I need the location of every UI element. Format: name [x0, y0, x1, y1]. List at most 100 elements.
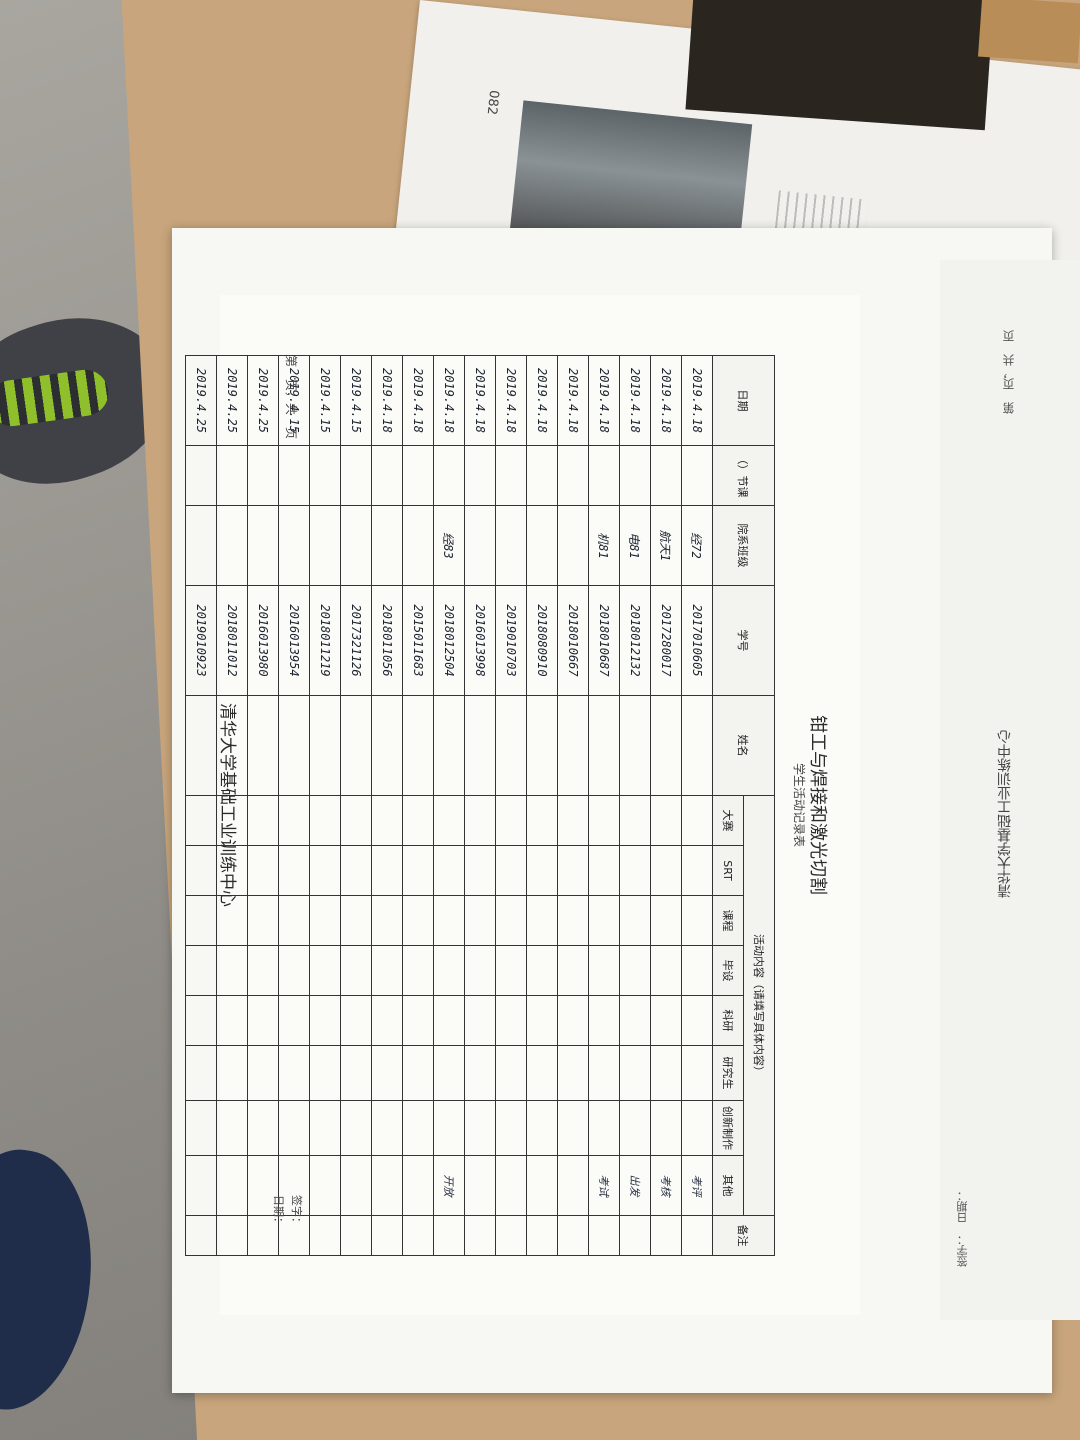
cell-remark [464, 1215, 496, 1256]
cell-student-id: 2018010687 [588, 585, 620, 696]
col-activity: 研究生 [712, 1045, 744, 1101]
cell-name [433, 695, 465, 796]
cell-activity [309, 845, 341, 896]
cell-student-id: 2018010667 [557, 585, 589, 696]
cell-activity [681, 995, 713, 1046]
cell-activity [309, 795, 341, 846]
cell-activity [588, 1045, 620, 1101]
cell-section [433, 445, 465, 506]
cell-activity [185, 895, 217, 946]
cell-other: 考评 [681, 1155, 713, 1216]
cell-activity [185, 845, 217, 896]
cell-date: 2019.4.18 [619, 355, 651, 446]
col-activity: 科研 [712, 995, 744, 1046]
cell-cls [557, 505, 589, 586]
cell-activity [340, 1045, 372, 1101]
cell-activity [371, 895, 403, 946]
cell-activity [247, 795, 279, 846]
cell-activity [340, 1100, 372, 1156]
cell-activity [433, 795, 465, 846]
cell-cls [309, 505, 341, 586]
cell-activity [650, 895, 682, 946]
cell-activity [402, 1045, 434, 1101]
cell-activity [185, 795, 217, 846]
signature-block: 签字： 日期： [269, 1195, 305, 1228]
table-row: 2019.4.18 2018080910 [526, 355, 558, 1256]
cell-activity [402, 945, 434, 996]
cell-activity [371, 795, 403, 846]
cell-activity [619, 795, 651, 846]
cell-student-id: 2019010703 [495, 585, 527, 696]
cell-activity [371, 1100, 403, 1156]
sneaker-laces [0, 366, 112, 430]
cell-other [464, 1155, 496, 1216]
cell-section [557, 445, 589, 506]
cell-activity [278, 995, 310, 1046]
cell-remark [185, 1215, 217, 1256]
cell-activity [619, 1100, 651, 1156]
cell-section [526, 445, 558, 506]
cell-activity [557, 795, 589, 846]
col-activity: 创新制作 [712, 1100, 744, 1156]
cell-activity [495, 795, 527, 846]
cell-other [340, 1155, 372, 1216]
table-row: 2019.4.18 2019010703 [495, 355, 527, 1256]
cell-activity [402, 845, 434, 896]
cell-activity [278, 1100, 310, 1156]
cell-remark [681, 1215, 713, 1256]
cell-activity [185, 1045, 217, 1101]
cell-activity [619, 895, 651, 946]
cell-date: 2019.4.18 [433, 355, 465, 446]
cell-activity [557, 995, 589, 1046]
cell-name [278, 695, 310, 796]
cell-activity [557, 845, 589, 896]
cell-section [619, 445, 651, 506]
cell-remark [495, 1215, 527, 1256]
cell-date: 2019.4.25 [247, 355, 279, 446]
photo-scene: 082 第 页，共 页 清华大学基础工业训练中心 签字： 日期： 钳工与焊接和激… [0, 0, 1080, 1440]
facing-organization: 清华大学基础工业训练中心 [997, 730, 1013, 898]
record-form: 钳工与焊接和激光切割 学生活动记录表 日期 （）节课 院系班级 学号 姓名 活动… [185, 295, 860, 1315]
cell-section [588, 445, 620, 506]
cell-activity [619, 845, 651, 896]
cell-activity [402, 995, 434, 1046]
cell-section [464, 445, 496, 506]
cell-student-id: 2018011219 [309, 585, 341, 696]
cell-activity [433, 1100, 465, 1156]
cell-date: 2019.4.25 [216, 355, 248, 446]
cell-activity [681, 1045, 713, 1101]
cell-cls [278, 505, 310, 586]
cell-other [185, 1155, 217, 1216]
cell-activity [340, 895, 372, 946]
table-row: 2019.4.15 2016013954 [278, 355, 310, 1256]
cell-section [185, 445, 217, 506]
cell-student-id: 2018012504 [433, 585, 465, 696]
cell-activity [588, 995, 620, 1046]
cell-activity [371, 845, 403, 896]
cell-other [402, 1155, 434, 1216]
cell-date: 2019.4.18 [681, 355, 713, 446]
table-row: 2019.4.18 2015011683 [402, 355, 434, 1256]
cell-date: 2019.4.18 [588, 355, 620, 446]
cell-activity [557, 1045, 589, 1101]
cell-activity [278, 895, 310, 946]
col-section: （）节课 [712, 445, 775, 506]
cell-activity [278, 795, 310, 846]
cell-student-id: 2016013980 [247, 585, 279, 696]
cell-activity [340, 995, 372, 1046]
cell-section [495, 445, 527, 506]
cell-student-id: 2017280017 [650, 585, 682, 696]
col-activity: 大赛 [712, 795, 744, 846]
dark-box [685, 0, 995, 131]
col-name: 姓名 [712, 695, 775, 796]
cell-section [402, 445, 434, 506]
cell-activity [185, 1100, 217, 1156]
cell-date: 2019.4.18 [526, 355, 558, 446]
cell-remark [433, 1215, 465, 1256]
cell-activity [185, 945, 217, 996]
cell-date: 2019.4.15 [309, 355, 341, 446]
cell-activity [247, 995, 279, 1046]
form-title: 钳工与焊接和激光切割 [807, 715, 828, 895]
form-subtitle: 学生活动记录表 [792, 762, 806, 847]
cell-remark [619, 1215, 651, 1256]
